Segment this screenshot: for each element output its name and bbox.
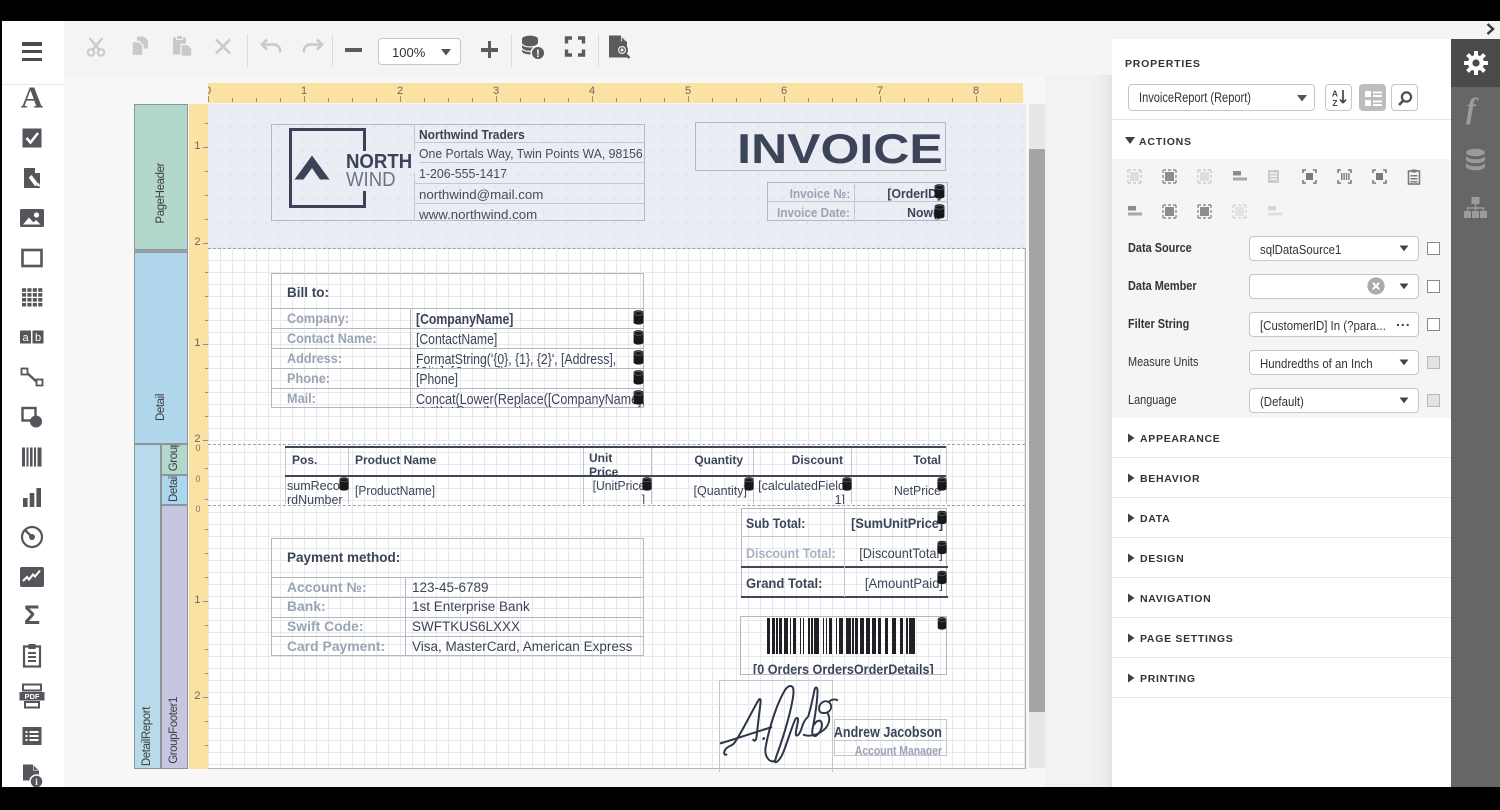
- svg-text:A: A: [1332, 89, 1338, 99]
- svg-text:!: !: [536, 48, 540, 60]
- svg-text:Z: Z: [1332, 98, 1337, 108]
- svg-text:a: a: [22, 332, 29, 344]
- svg-text:PDF: PDF: [25, 692, 40, 701]
- svg-text:b: b: [35, 332, 41, 344]
